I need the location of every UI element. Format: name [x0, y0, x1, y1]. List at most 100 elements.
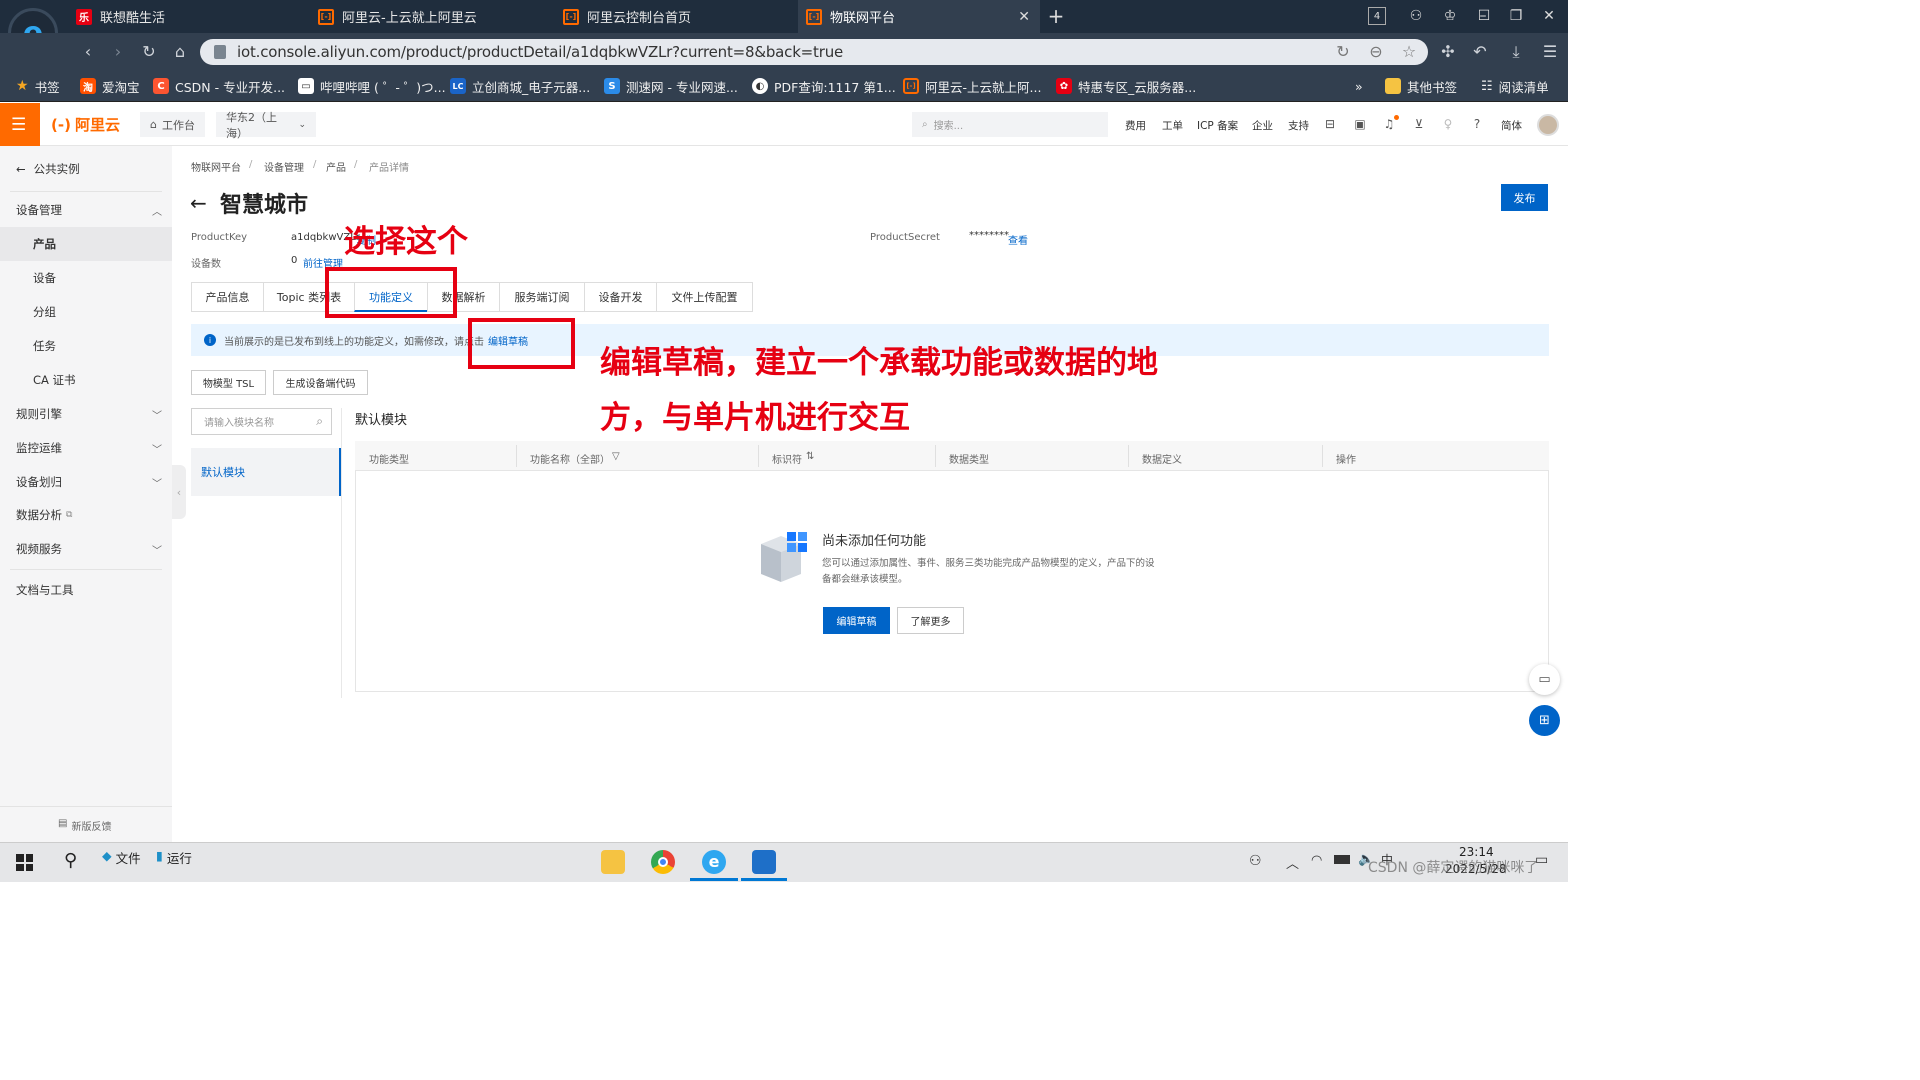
- media-player-icon[interactable]: [752, 850, 776, 874]
- bookmark-huawei[interactable]: ✿ 特惠专区_云服务器...: [1056, 77, 1196, 95]
- bookmark-other[interactable]: 其他书签: [1385, 77, 1457, 95]
- tab-iot-platform[interactable]: [-] 物联网平台 ✕: [798, 0, 1040, 33]
- skin-icon[interactable]: ♔: [1441, 7, 1459, 25]
- download-icon[interactable]: ⤓: [1506, 42, 1526, 62]
- sidebar-item-group[interactable]: 分组: [0, 295, 172, 329]
- back-arrow-icon[interactable]: ←: [190, 191, 207, 215]
- tray-chevron-icon[interactable]: ︿: [1286, 853, 1299, 872]
- undo-icon[interactable]: ↶: [1470, 42, 1490, 62]
- sidebar-item-data-analysis[interactable]: 数据分析 ⧉: [0, 498, 172, 532]
- wifi-icon[interactable]: ◠: [1311, 853, 1322, 868]
- feedback-float-button[interactable]: ▭: [1529, 664, 1560, 695]
- workbench-button[interactable]: ⌂ 工作台: [140, 112, 205, 137]
- menu-icon[interactable]: ☰: [1540, 42, 1560, 62]
- bookmark-bilibili[interactable]: ▭ 哔哩哔哩 ( ゜- ゜)つ...: [298, 77, 446, 95]
- edit-draft-button[interactable]: 编辑草稿: [823, 607, 890, 634]
- column-identifier[interactable]: 标识符: [772, 451, 802, 466]
- bookmark-folder[interactable]: ★ 书签: [16, 77, 60, 95]
- file-explorer-icon[interactable]: [601, 850, 625, 874]
- link-enterprise[interactable]: 企业: [1252, 118, 1273, 133]
- learn-more-button[interactable]: 了解更多: [897, 607, 964, 634]
- breadcrumb-device-mgmt[interactable]: 设备管理: [264, 159, 304, 174]
- sidebar-group-rule-engine[interactable]: 规则引擎 ﹀: [0, 397, 172, 431]
- cart-icon[interactable]: ⊻: [1412, 117, 1426, 131]
- sidebar-item-docs[interactable]: 文档与工具: [0, 573, 172, 607]
- tab-lenovo[interactable]: 乐 联想酷生活: [68, 0, 308, 33]
- tsl-button[interactable]: 物模型 TSL: [191, 370, 266, 395]
- forward-icon[interactable]: ›: [108, 42, 128, 62]
- link-support[interactable]: 支持: [1288, 118, 1309, 133]
- minimize-icon[interactable]: –: [1474, 7, 1492, 25]
- lightbulb-icon[interactable]: ♀: [1441, 117, 1455, 131]
- publish-button[interactable]: 发布: [1501, 184, 1548, 211]
- app-icon[interactable]: ⊟: [1323, 117, 1337, 131]
- tab-console-home[interactable]: [-] 阿里云控制台首页: [555, 0, 795, 33]
- region-selector[interactable]: 华东2（上海） ⌄: [216, 111, 316, 140]
- tab-product-info[interactable]: 产品信息: [191, 282, 264, 312]
- battery-icon[interactable]: [1334, 855, 1350, 864]
- zoom-icon[interactable]: ⊖: [1366, 42, 1386, 62]
- terminal-icon[interactable]: ▣: [1353, 117, 1367, 131]
- feedback-link[interactable]: ▤ 新版反馈: [58, 818, 111, 833]
- help-icon[interactable]: ?: [1470, 117, 1484, 131]
- column-function-name[interactable]: 功能名称（全部）: [530, 451, 610, 466]
- bookmark-taobao[interactable]: 淘 爱淘宝: [80, 77, 140, 95]
- bookmark-lcsc[interactable]: LC 立创商城_电子元器...: [450, 77, 590, 95]
- people-icon[interactable]: ⚇: [1249, 853, 1262, 869]
- browser-taskbar-icon[interactable]: e: [702, 850, 726, 874]
- language-switch[interactable]: 简体: [1501, 118, 1522, 133]
- tab-server-subscription[interactable]: 服务端订阅: [499, 282, 585, 312]
- home-icon[interactable]: ⌂: [170, 42, 190, 62]
- bookmark-csdn[interactable]: C CSDN - 专业开发...: [153, 77, 285, 95]
- filter-icon[interactable]: ▽: [612, 451, 620, 462]
- sidebar-group-monitoring[interactable]: 监控运维 ﹀: [0, 431, 172, 465]
- sidebar-item-product[interactable]: 产品: [0, 227, 172, 261]
- sort-icon[interactable]: ⇅: [806, 451, 814, 462]
- taskbar-file-item[interactable]: ◆ 文件: [102, 848, 141, 867]
- link-ticket[interactable]: 工单: [1162, 118, 1183, 133]
- windows-start-icon[interactable]: [16, 854, 33, 871]
- taskbar-search-icon[interactable]: ⚲: [64, 850, 77, 871]
- taskbar-run-item[interactable]: ▮ 运行: [156, 848, 192, 867]
- sidebar-group-device-assign[interactable]: 设备划归 ﹀: [0, 465, 172, 499]
- breadcrumb-product[interactable]: 产品: [326, 159, 346, 174]
- sidebar-item-task[interactable]: 任务: [0, 329, 172, 363]
- new-tab-icon[interactable]: +: [1047, 6, 1065, 26]
- back-icon[interactable]: ‹: [78, 42, 98, 62]
- hamburger-menu[interactable]: ☰: [0, 103, 40, 146]
- module-list-item-selected[interactable]: 默认模块: [191, 448, 341, 496]
- sidebar-item-device[interactable]: 设备: [0, 261, 172, 295]
- generate-code-button[interactable]: 生成设备端代码: [273, 370, 368, 395]
- bookmark-speedtest[interactable]: S 测速网 - 专业网速...: [604, 77, 738, 95]
- sidebar-back-public-instance[interactable]: ← 公共实例: [0, 152, 172, 186]
- breadcrumb-iot[interactable]: 物联网平台: [191, 159, 241, 174]
- module-search-input[interactable]: 请输入模块名称 ⌕: [191, 408, 332, 435]
- sidebar-group-video[interactable]: 视频服务 ﹀: [0, 532, 172, 566]
- game-icon[interactable]: ⚇: [1407, 7, 1425, 25]
- tab-aliyun[interactable]: [-] 阿里云-上云就上阿里云: [310, 0, 550, 33]
- restore-icon[interactable]: ❐: [1507, 7, 1525, 25]
- console-search[interactable]: ⌕ 搜索...: [912, 112, 1108, 137]
- star-icon[interactable]: ☆: [1399, 42, 1419, 62]
- sidebar-group-device-management[interactable]: 设备管理 ︿: [0, 193, 172, 227]
- avatar[interactable]: [1537, 114, 1559, 136]
- aliyun-logo[interactable]: (-) 阿里云: [51, 114, 120, 135]
- bookmark-pdf[interactable]: ◐ PDF查询:1117 第1...: [752, 77, 896, 95]
- tab-file-upload-config[interactable]: 文件上传配置: [656, 282, 753, 312]
- extensions-icon[interactable]: ✣: [1438, 42, 1458, 62]
- close-tab-icon[interactable]: ✕: [1018, 9, 1030, 25]
- link-billing[interactable]: 费用: [1125, 118, 1146, 133]
- reload-icon[interactable]: ↻: [139, 42, 159, 62]
- close-window-icon[interactable]: ✕: [1540, 7, 1558, 25]
- view-secret-link[interactable]: 查看: [1008, 232, 1028, 247]
- link-icp[interactable]: ICP 备案: [1197, 118, 1238, 133]
- sidebar-item-ca-cert[interactable]: CA 证书: [0, 363, 172, 397]
- bookmark-aliyun[interactable]: [-] 阿里云-上云就上阿...: [903, 77, 1041, 95]
- sidebar-collapse-handle[interactable]: ‹: [172, 465, 186, 519]
- bookmarks-overflow-icon[interactable]: »: [1355, 77, 1363, 95]
- tab-device-dev[interactable]: 设备开发: [584, 282, 657, 312]
- refresh-page-icon[interactable]: ↻: [1333, 42, 1353, 62]
- reading-list[interactable]: ☷ 阅读清单: [1481, 77, 1549, 95]
- url-text[interactable]: iot.console.aliyun.com/product/productDe…: [237, 43, 843, 61]
- tab-count-icon[interactable]: 4: [1368, 7, 1386, 25]
